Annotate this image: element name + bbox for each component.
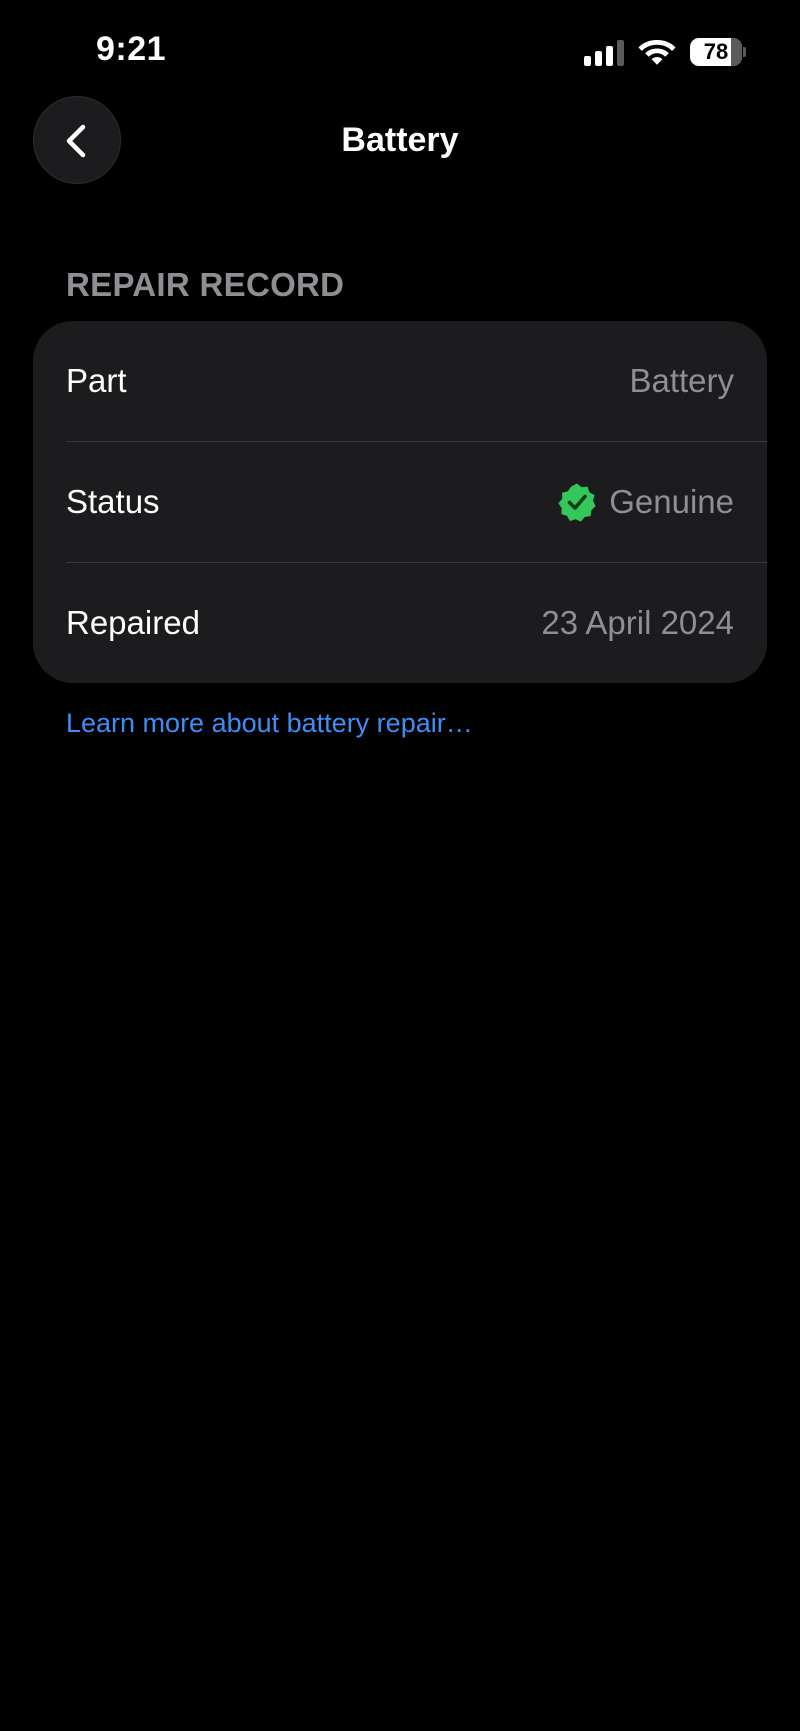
battery-body: 78 [690, 38, 742, 66]
repair-record-card: Part Battery Status Genuine Repaired 23 … [33, 321, 767, 683]
row-label: Part [66, 362, 127, 399]
status-time: 9:21 [96, 30, 167, 68]
battery-level: 78 [703, 39, 729, 64]
navigation-bar: Battery [0, 96, 800, 188]
row-label: Status [66, 483, 160, 520]
section-header: REPAIR RECORD [66, 266, 345, 303]
row-status: Status Genuine [66, 442, 767, 562]
wifi-icon [638, 40, 676, 65]
verified-check-icon [558, 483, 596, 522]
row-value: 23 April 2024 [541, 604, 734, 641]
signal-icon [584, 40, 624, 66]
learn-more-link[interactable]: Learn more about battery repair… [66, 708, 473, 739]
back-button[interactable] [33, 96, 121, 184]
row-repaired: Repaired 23 April 2024 [66, 563, 767, 683]
status-bar: 9:21 78 [0, 0, 800, 100]
battery-tip [743, 47, 746, 57]
chevron-left-icon [66, 124, 86, 158]
row-value: Battery [629, 362, 734, 399]
battery-icon: 78 [690, 38, 746, 66]
status-value-text: Genuine [609, 483, 734, 520]
status-value: Genuine [557, 442, 734, 562]
row-label: Repaired [66, 604, 200, 641]
row-part: Part Battery [66, 321, 767, 441]
